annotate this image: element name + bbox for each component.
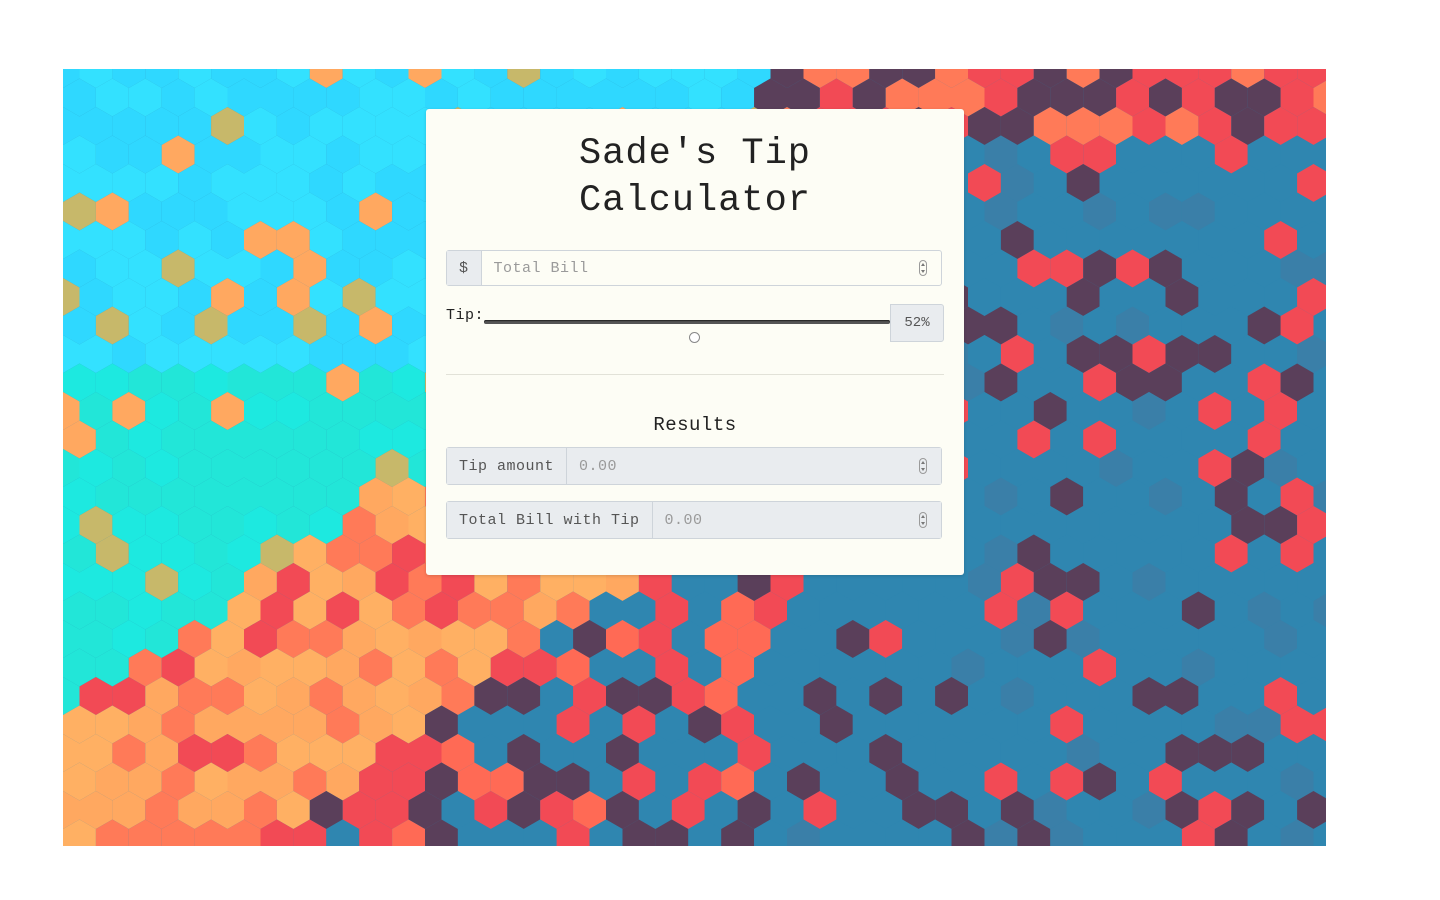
tip-slider-thumb[interactable] — [689, 332, 701, 343]
tip-amount-value: 0.00 — [579, 457, 618, 475]
number-spinner-icon[interactable] — [919, 512, 927, 528]
title-line-2: Calculator — [578, 180, 812, 222]
results-heading: Results — [653, 414, 737, 436]
tip-amount-label: Tip amount — [447, 448, 568, 484]
total-bill-placeholder: Total Bill — [493, 259, 589, 277]
tip-amount-output[interactable]: 0.00 — [567, 448, 941, 484]
page-title: Sade's Tip Calculator — [426, 131, 964, 225]
number-spinner-icon[interactable] — [919, 260, 927, 276]
total-with-tip-label: Total Bill with Tip — [447, 502, 653, 538]
tip-calculator-card: Sade's Tip Calculator $ Total Bill Tip: … — [426, 109, 964, 575]
number-spinner-icon[interactable] — [919, 458, 927, 474]
tip-slider-row: Tip: 52% — [446, 304, 944, 343]
title-line-1: Sade's Tip — [578, 133, 812, 175]
total-with-tip-output[interactable]: 0.00 — [652, 502, 941, 538]
total-with-tip-group: Total Bill with Tip 0.00 — [446, 501, 942, 539]
total-bill-input-group: $ Total Bill — [446, 250, 942, 286]
tip-slider[interactable] — [484, 320, 890, 343]
total-with-tip-value: 0.00 — [664, 511, 703, 529]
total-bill-input[interactable]: Total Bill — [482, 251, 941, 285]
currency-addon: $ — [447, 251, 482, 285]
tip-percent-display: 52% — [890, 304, 944, 342]
tip-amount-group: Tip amount 0.00 — [446, 447, 942, 485]
divider — [446, 374, 944, 375]
tip-label: Tip: — [446, 307, 485, 324]
